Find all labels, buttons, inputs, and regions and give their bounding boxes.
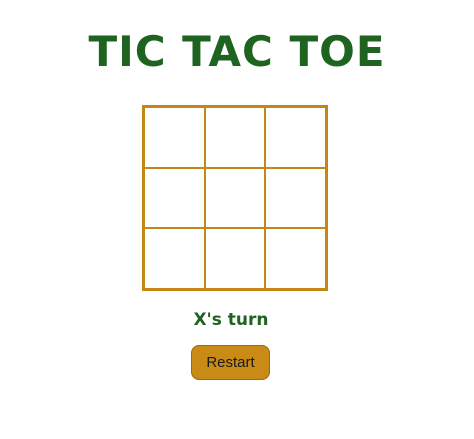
turn-status: X's turn <box>193 310 269 330</box>
game-board <box>142 105 328 291</box>
board-cell-7[interactable] <box>144 228 205 289</box>
restart-button[interactable]: Restart <box>191 345 270 380</box>
board-cell-5[interactable] <box>204 167 266 229</box>
game-page: TIC TAC TOE X's turn Restart <box>0 0 474 439</box>
board-cell-6[interactable] <box>265 167 326 229</box>
game-title: TIC TAC TOE <box>88 27 386 76</box>
board-cell-9[interactable] <box>265 228 326 289</box>
board-cell-2[interactable] <box>204 107 266 168</box>
board-cell-8[interactable] <box>204 228 266 289</box>
board-cell-1[interactable] <box>144 107 205 168</box>
board-cell-3[interactable] <box>265 107 326 168</box>
board-cell-4[interactable] <box>144 167 205 229</box>
